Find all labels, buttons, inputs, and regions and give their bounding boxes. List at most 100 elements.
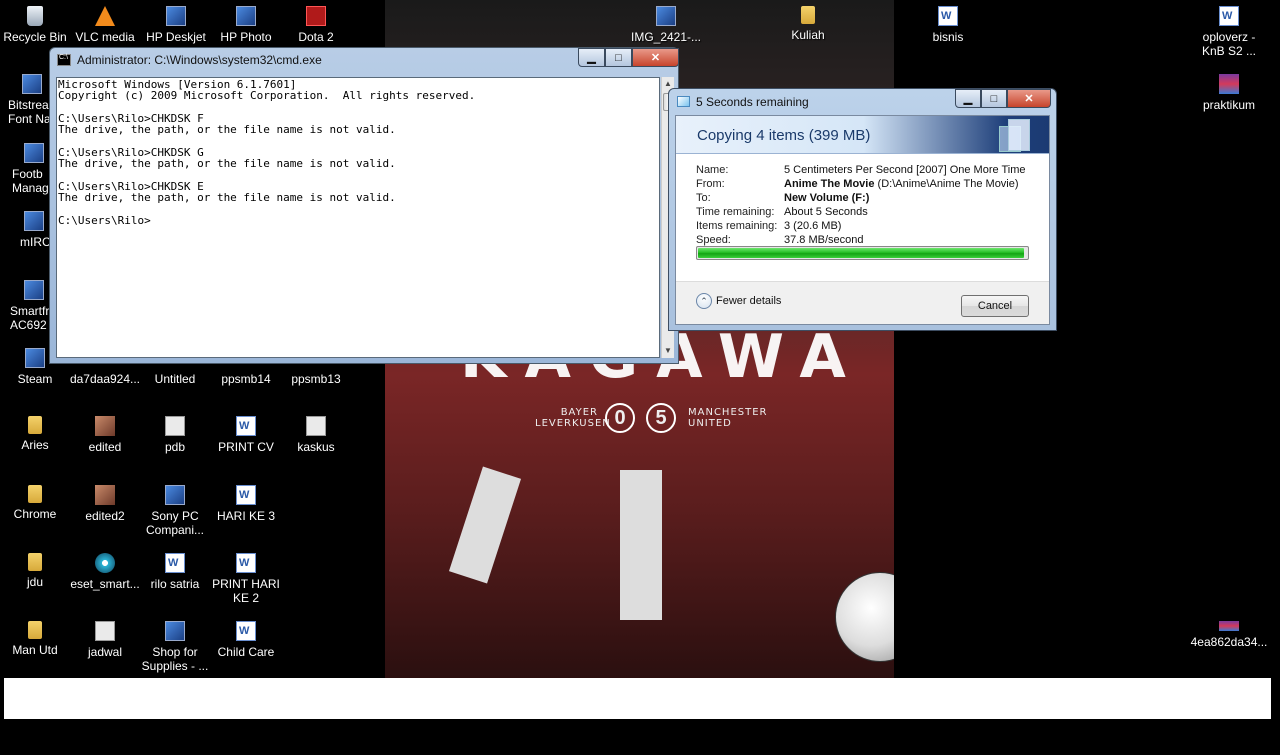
copy-progress-bar — [696, 246, 1029, 260]
wallpaper-player-leg — [448, 466, 522, 584]
maximize-button[interactable]: □ — [605, 48, 632, 67]
folder-icon — [28, 485, 42, 503]
image-file-icon — [95, 485, 115, 505]
scroll-down-arrow-icon[interactable]: ▼ — [662, 344, 674, 358]
image-file-icon — [656, 6, 676, 26]
app-icon — [24, 143, 44, 163]
file-icon — [1219, 621, 1239, 631]
desktop-icon-print-hari-ke-2[interactable]: PRINT HARI KE 2 — [210, 553, 282, 605]
folder-icon — [28, 621, 42, 639]
desktop-icon-chrome[interactable]: Chrome — [0, 485, 71, 521]
desktop-icon-kuliah[interactable]: Kuliah — [772, 6, 844, 42]
minimize-button[interactable]: ▁ — [578, 48, 605, 67]
fewer-details-toggle[interactable]: ⌃ Fewer details — [696, 293, 781, 309]
close-button[interactable]: ✕ — [1007, 89, 1051, 108]
desktop-icon-shop-supplies[interactable]: Shop for Supplies - ... — [139, 621, 211, 673]
wallpaper-score-right: 5 — [646, 403, 676, 433]
copy-caption-buttons: ▁ □ ✕ — [955, 89, 1051, 109]
desktop-icon-print-cv[interactable]: PRINT CV — [210, 416, 282, 454]
desktop-icon-bitstream[interactable]: Bitstrea Font Na — [0, 74, 54, 126]
folder-icon — [801, 6, 815, 24]
copy-icon — [677, 96, 690, 107]
desktop-icon-hp-deskjet[interactable]: HP Deskjet — [140, 6, 212, 44]
desktop-icon-aries[interactable]: Aries — [0, 416, 71, 452]
dota-icon — [306, 6, 326, 26]
app-icon — [24, 211, 44, 231]
word-doc-icon — [236, 553, 256, 573]
desktop-icon-oploverz[interactable]: oploverz - KnB S2 ... — [1193, 6, 1265, 58]
cmd-titlebar[interactable]: Administrator: C:\Windows\system32\cmd.e… — [50, 48, 679, 72]
desktop-icon-man-utd[interactable]: Man Utd — [0, 621, 71, 657]
desktop-icon-jadwal[interactable]: jadwal — [69, 621, 141, 659]
maximize-button[interactable]: □ — [981, 89, 1007, 108]
copy-from-value[interactable]: Anime The Movie (D:\Anime\Anime The Movi… — [784, 177, 1019, 191]
app-icon — [165, 621, 185, 641]
wallpaper-team-right: MANCHESTER UNITED — [688, 407, 768, 429]
cmd-output: Microsoft Windows [Version 6.1.7601] Cop… — [58, 78, 476, 227]
desktop-icon-rilo-satria[interactable]: rilo satria — [139, 553, 211, 591]
desktop: KAGAWA BAYER LEVERKUSEN 0 5 MANCHESTER U… — [0, 0, 1280, 680]
word-doc-icon — [236, 485, 256, 505]
cmd-console[interactable]: Microsoft Windows [Version 6.1.7601] Cop… — [56, 77, 660, 358]
desktop-icon-mirc[interactable]: mIRC — [0, 211, 54, 249]
recycle-bin-icon — [27, 6, 43, 26]
desktop-icon-football-manager[interactable]: Footb Manag — [0, 143, 54, 195]
desktop-icon-img2421[interactable]: IMG_2421-... — [630, 6, 702, 44]
desktop-icon-jdu[interactable]: jdu — [0, 553, 71, 589]
desktop-icon-smartfren[interactable]: Smartfr AC692 — [0, 280, 54, 332]
desktop-icon-pdb[interactable]: pdb — [139, 416, 211, 454]
wallpaper-player-leg — [620, 470, 662, 620]
bottom-blank-strip — [4, 678, 1271, 719]
desktop-icon-hari-ke-3[interactable]: HARI KE 3 — [210, 485, 282, 523]
rar-archive-icon — [1219, 74, 1239, 94]
word-doc-icon — [236, 416, 256, 436]
desktop-icon-bisnis[interactable]: bisnis — [912, 6, 984, 44]
minimize-button[interactable]: ▁ — [955, 89, 981, 108]
cmd-window[interactable]: Administrator: C:\Windows\system32\cmd.e… — [49, 47, 679, 364]
desktop-icon-kaskus[interactable]: kaskus — [280, 416, 352, 454]
copy-dialog[interactable]: 5 Seconds remaining ▁ □ ✕ Copying 4 item… — [668, 88, 1057, 331]
printer-app-icon — [166, 6, 186, 26]
copy-to-value[interactable]: New Volume (F:) — [784, 191, 869, 205]
image-file-icon — [95, 416, 115, 436]
desktop-icon-hp-photo[interactable]: HP Photo — [210, 6, 282, 44]
chevron-up-icon[interactable]: ⌃ — [696, 293, 712, 309]
copy-speed-value: 37.8 MB/second — [784, 234, 864, 246]
desktop-icon-eset[interactable]: eset_smart... — [69, 553, 141, 591]
copy-header: Copying 4 items (399 MB) — [676, 116, 1049, 154]
copy-items-value: 3 (20.6 MB) — [784, 220, 842, 232]
vlc-cone-icon — [95, 6, 115, 26]
desktop-icon-praktikum[interactable]: praktikum — [1193, 74, 1265, 112]
copy-time-value: About 5 Seconds — [784, 206, 868, 218]
blank-file-icon — [95, 621, 115, 641]
desktop-icon-edited[interactable]: edited — [69, 416, 141, 454]
copy-footer: ⌃ Fewer details Cancel — [676, 281, 1049, 324]
desktop-icon-sony-pc[interactable]: Sony PC Compani... — [139, 485, 211, 537]
copy-name-value: 5 Centimeters Per Second [2007] One More… — [784, 164, 1026, 176]
app-icon — [24, 280, 44, 300]
shortcut-icon — [306, 416, 326, 436]
cmd-caption-buttons: ▁ □ ✕ — [578, 48, 679, 68]
blank-file-icon — [165, 416, 185, 436]
cmd-title: Administrator: C:\Windows\system32\cmd.e… — [77, 53, 322, 67]
app-icon — [22, 74, 42, 94]
desktop-icon-vlc[interactable]: VLC media — [69, 6, 141, 44]
desktop-icon-4ea862da34[interactable]: 4ea862da34... — [1188, 621, 1270, 649]
copy-details: Name: 5 Centimeters Per Second [2007] One… — [696, 164, 1026, 246]
app-icon — [165, 485, 185, 505]
photo-app-icon — [236, 6, 256, 26]
wallpaper-team-left: BAYER LEVERKUSEN — [535, 407, 611, 429]
wallpaper-score-left: 0 — [605, 403, 635, 433]
word-doc-icon — [938, 6, 958, 26]
folder-icon — [28, 553, 42, 571]
desktop-icon-edited2[interactable]: edited2 — [69, 485, 141, 523]
desktop-icon-dota2[interactable]: Dota 2 — [280, 6, 352, 44]
cmd-icon[interactable] — [57, 54, 71, 66]
cancel-button[interactable]: Cancel — [961, 295, 1029, 317]
close-button[interactable]: ✕ — [632, 48, 679, 67]
file-icon — [1219, 6, 1239, 26]
desktop-icon-child-care[interactable]: Child Care — [210, 621, 282, 659]
desktop-icon-recycle-bin[interactable]: Recycle Bin — [0, 6, 71, 44]
disc-icon — [95, 553, 115, 573]
steam-icon — [25, 348, 45, 368]
